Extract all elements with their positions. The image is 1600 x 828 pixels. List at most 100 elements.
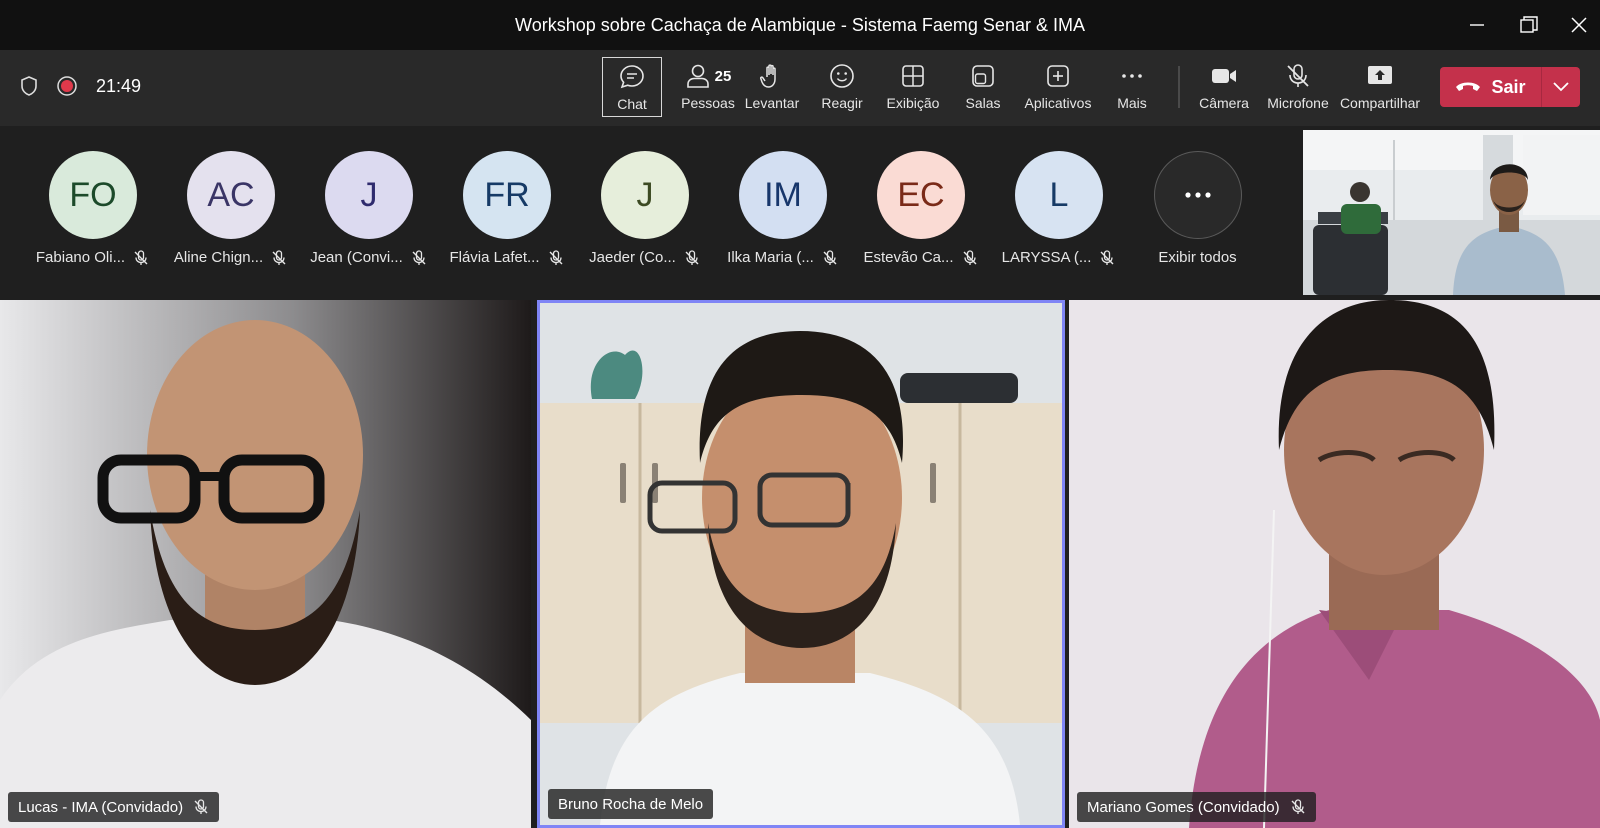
- more-participants-icon: [1154, 151, 1242, 239]
- rooms-label: Salas: [965, 95, 1001, 111]
- smiley-icon: [830, 64, 854, 88]
- mic-off-icon: [1099, 249, 1115, 266]
- shield-icon[interactable]: [20, 76, 38, 96]
- mic-off-icon: [271, 249, 287, 266]
- participant-strip: FO Fabiano Oli... AC Aline Chign... J Je…: [0, 126, 1600, 298]
- participant-item[interactable]: FR Flávia Lafet...: [439, 151, 574, 281]
- chat-label: Chat: [617, 96, 647, 112]
- self-view-video[interactable]: [1303, 130, 1600, 295]
- avatar: EC: [877, 151, 965, 239]
- close-icon: [1571, 17, 1587, 33]
- mic-off-icon: [1287, 64, 1309, 87]
- participant-name: Jaeder (Co...: [589, 249, 676, 266]
- participant-item[interactable]: J Jean (Convi...: [301, 151, 436, 281]
- mic-off-icon: [822, 249, 838, 266]
- rooms-button[interactable]: Salas: [952, 57, 1014, 117]
- people-button[interactable]: 25 Pessoas: [670, 57, 746, 117]
- raise-hand-icon: [759, 64, 776, 88]
- participant-name-row: Jaeder (Co...: [577, 249, 712, 266]
- camera-label: Câmera: [1199, 95, 1249, 111]
- mic-off-icon: [1290, 799, 1306, 815]
- minimize-button[interactable]: [1462, 10, 1492, 40]
- participant-item[interactable]: AC Aline Chign...: [163, 151, 298, 281]
- participant-name: Fabiano Oli...: [35, 249, 126, 266]
- avatar: J: [601, 151, 689, 239]
- raise-hand-label: Levantar: [744, 95, 800, 111]
- participant-name: Flávia Lafet...: [449, 249, 540, 266]
- more-icon: [1122, 74, 1142, 78]
- grid-view-icon: [902, 65, 924, 87]
- participant-name-row: LARYSSA (...: [991, 249, 1126, 266]
- avatar: FR: [463, 151, 551, 239]
- share-button[interactable]: Compartilhar: [1340, 57, 1420, 117]
- view-button[interactable]: Exibição: [880, 57, 946, 117]
- participant-name: LARYSSA (...: [1001, 249, 1092, 266]
- chevron-down-icon: [1553, 82, 1569, 92]
- minimize-icon: [1470, 24, 1484, 26]
- video-tile[interactable]: Lucas - IMA (Convidado): [0, 300, 531, 828]
- restore-icon: [1520, 16, 1538, 33]
- participant-name-chip: Mariano Gomes (Convidado): [1077, 792, 1316, 822]
- participant-item[interactable]: IM Ilka Maria (...: [715, 151, 850, 281]
- participant-name: Lucas - IMA (Convidado): [18, 798, 184, 816]
- chat-icon: [620, 65, 644, 89]
- participant-item[interactable]: FO Fabiano Oli...: [25, 151, 160, 281]
- apps-button[interactable]: Aplicativos: [1020, 57, 1096, 117]
- people-label: Pessoas: [681, 95, 735, 111]
- mic-off-icon: [962, 249, 978, 266]
- participant-item[interactable]: J Jaeder (Co...: [577, 151, 712, 281]
- show-all-row: Exibir todos: [1130, 249, 1265, 266]
- video-tile[interactable]: Mariano Gomes (Convidado): [1069, 300, 1600, 828]
- mic-off-icon: [411, 249, 427, 266]
- leave-options-button[interactable]: [1542, 67, 1580, 107]
- window-title: Workshop sobre Cachaça de Alambique - Si…: [515, 15, 1085, 35]
- mic-off-icon: [684, 249, 700, 266]
- add-app-icon: [1047, 65, 1069, 87]
- participant-name-chip: Bruno Rocha de Melo: [548, 789, 714, 819]
- more-label: Mais: [1117, 95, 1147, 111]
- microphone-label: Microfone: [1267, 95, 1329, 111]
- avatar: IM: [739, 151, 827, 239]
- participant-video: [1069, 300, 1600, 828]
- participant-name: Ilka Maria (...: [727, 249, 814, 266]
- leave-button[interactable]: Sair: [1440, 67, 1541, 107]
- close-button[interactable]: [1564, 10, 1594, 40]
- mic-off-icon: [548, 249, 564, 266]
- show-all-button[interactable]: Exibir todos: [1130, 151, 1265, 281]
- participant-item[interactable]: EC Estevão Ca...: [853, 151, 988, 281]
- microphone-button[interactable]: Microfone: [1260, 57, 1336, 117]
- leave-label: Sair: [1491, 76, 1526, 97]
- people-count: 25: [714, 67, 732, 85]
- participant-name: Mariano Gomes (Convidado): [1087, 798, 1280, 816]
- participant-video: [0, 300, 531, 828]
- participant-name-row: Fabiano Oli...: [25, 249, 160, 266]
- more-button[interactable]: Mais: [1100, 57, 1164, 117]
- participant-name-row: Estevão Ca...: [853, 249, 988, 266]
- meeting-toolbar: 21:49 Chat 25 Pessoas Levantar Reagir Ex…: [0, 50, 1600, 126]
- participant-item[interactable]: L LARYSSA (...: [991, 151, 1126, 281]
- people-icon: [686, 64, 709, 88]
- participant-name: Bruno Rocha de Melo: [558, 795, 704, 813]
- meeting-status: 21:49: [20, 75, 141, 97]
- share-label: Compartilhar: [1339, 95, 1421, 111]
- avatar: AC: [187, 151, 275, 239]
- camera-icon: [1212, 69, 1236, 83]
- participant-name-chip: Lucas - IMA (Convidado): [8, 792, 220, 822]
- react-button[interactable]: Reagir: [810, 57, 874, 117]
- hang-up-icon: [1456, 82, 1481, 91]
- chat-button[interactable]: Chat: [602, 57, 662, 117]
- mic-off-icon: [193, 799, 209, 815]
- avatar: J: [325, 151, 413, 239]
- participant-name-row: Flávia Lafet...: [439, 249, 574, 266]
- raise-hand-button[interactable]: Levantar: [740, 57, 804, 117]
- video-tile-active-speaker[interactable]: Bruno Rocha de Melo: [537, 300, 1065, 828]
- mic-off-icon: [133, 249, 149, 266]
- show-all-label: Exibir todos: [1158, 249, 1237, 266]
- restore-button[interactable]: [1514, 10, 1544, 40]
- meeting-timer: 21:49: [96, 75, 142, 96]
- camera-button[interactable]: Câmera: [1192, 57, 1256, 117]
- view-label: Exibição: [886, 95, 940, 111]
- apps-label: Aplicativos: [1024, 95, 1092, 111]
- participant-name-row: Aline Chign...: [163, 249, 298, 266]
- participant-name: Jean (Convi...: [310, 249, 403, 266]
